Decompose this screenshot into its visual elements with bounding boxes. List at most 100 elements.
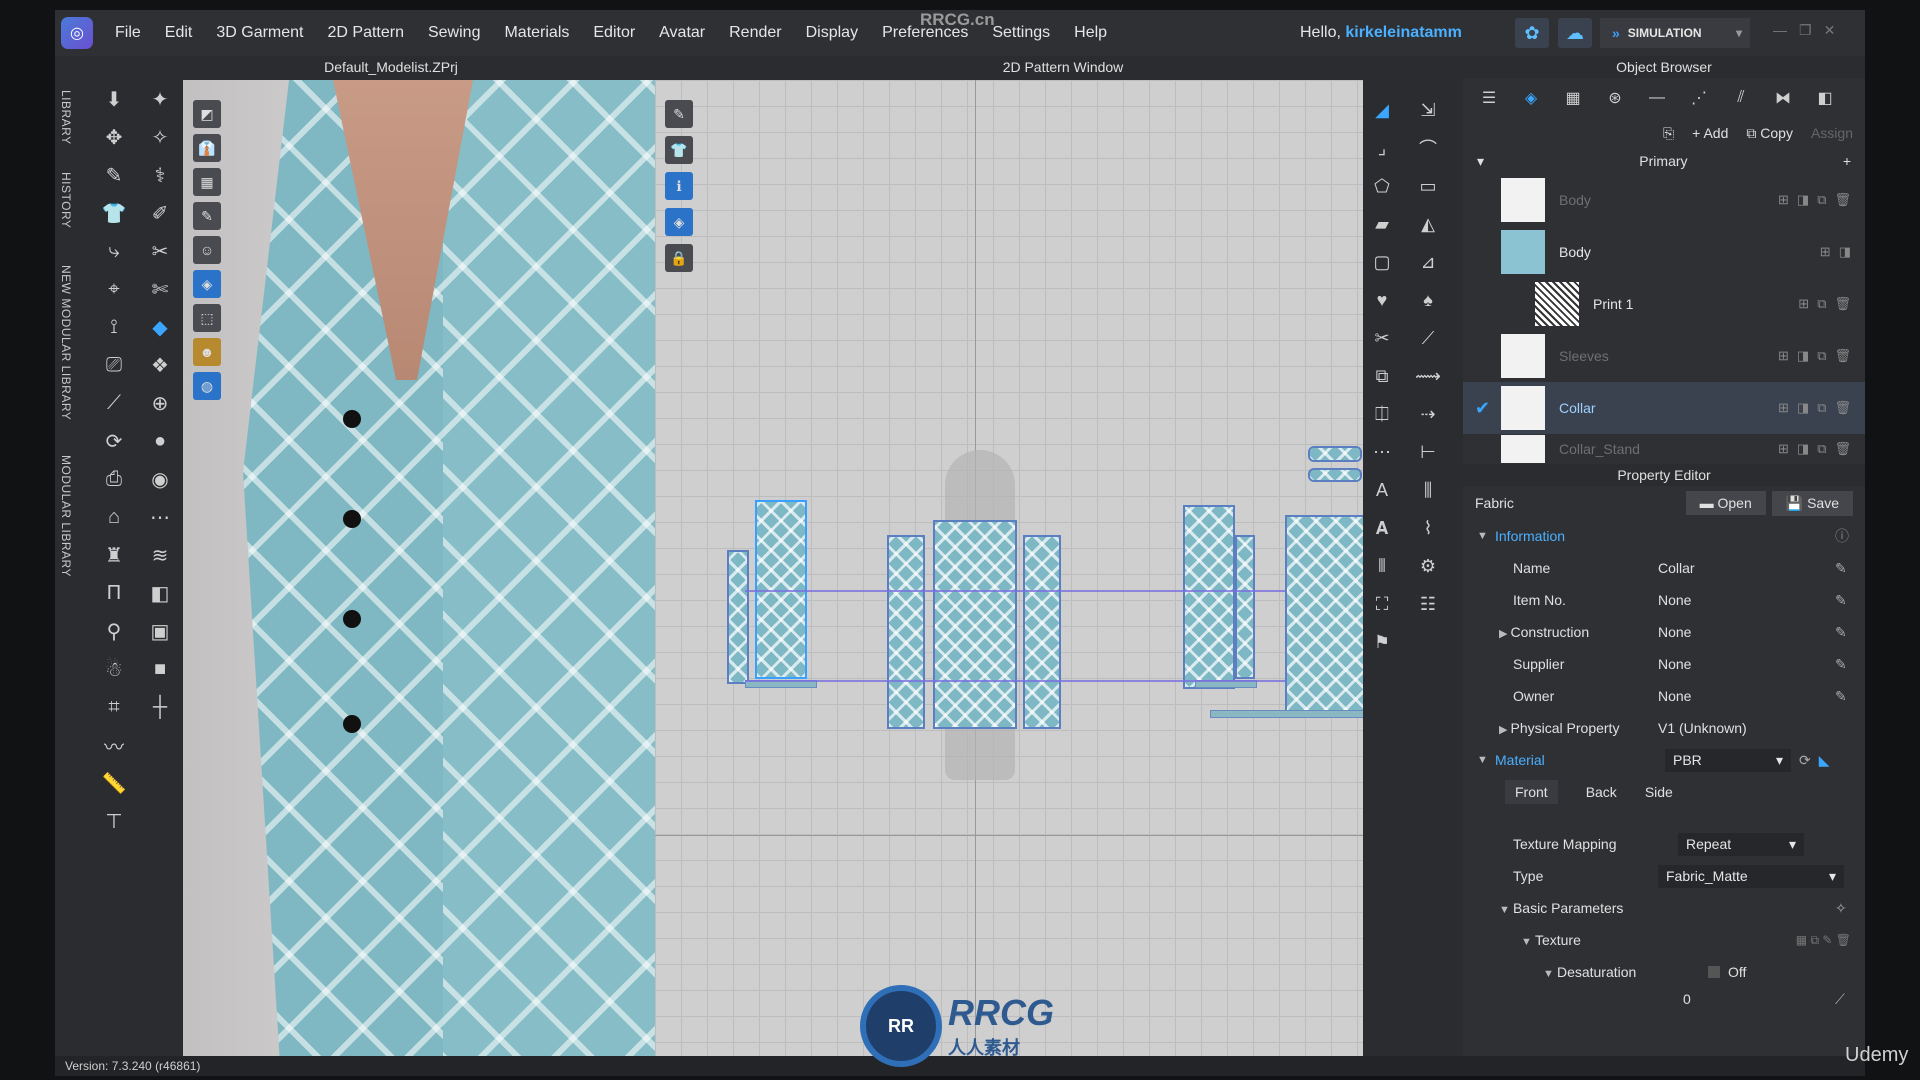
print-item[interactable]: Print 1 ⊞ ⧉ 🗑 [1463, 278, 1865, 330]
tab-back[interactable]: Back [1586, 784, 1617, 800]
prop-value[interactable]: None [1658, 688, 1835, 704]
edit-icon[interactable]: ✎ [1835, 688, 1865, 705]
tape-icon[interactable]: 〰 [99, 730, 129, 760]
fabric-item[interactable]: Collar_Stand ⊞ ◨ ⧉ 🗑 [1463, 434, 1865, 464]
seam-line-icon[interactable]: ┼ [145, 692, 175, 722]
prop-key[interactable]: ▶ Physical Property [1463, 720, 1658, 736]
view-edit-icon[interactable]: ✎ [665, 100, 693, 128]
button-icon[interactable]: ☷ [1413, 590, 1443, 618]
camera-icon[interactable]: ⎚ [99, 350, 129, 380]
line-icon[interactable]: — [1643, 89, 1671, 107]
move-icon[interactable]: ✥ [99, 122, 129, 152]
coat-button[interactable] [343, 610, 361, 628]
menu-editor[interactable]: Editor [581, 24, 647, 42]
menu-materials[interactable]: Materials [492, 24, 581, 42]
view-garment-icon[interactable]: ◩ [193, 100, 221, 128]
pen-icon[interactable]: ✎ [99, 160, 129, 190]
annotation-icon[interactable]: 𝐀 [1367, 514, 1397, 542]
refresh-icon[interactable]: ⟳ [1799, 752, 1811, 769]
delete-icon[interactable]: 🗑 [1834, 348, 1851, 364]
3d-viewport[interactable]: ◩ 👔 ▦ ✎ ☺ ◈ ⬚ ☻ ◍ [183, 80, 699, 1056]
menu-avatar[interactable]: Avatar [647, 24, 717, 42]
edit-icon[interactable]: ✎ [1835, 560, 1865, 577]
view-shirt-icon[interactable]: 👔 [193, 134, 221, 162]
fabric-item[interactable]: Body ⊞ ◨ [1463, 226, 1865, 278]
tab-history[interactable]: HISTORY [59, 172, 73, 228]
copy-icon[interactable]: ⧉ [1817, 348, 1826, 364]
pin-icon[interactable]: ⌖ [99, 274, 129, 304]
trousers-icon[interactable]: Π [99, 578, 129, 608]
prop-value[interactable]: V1 (Unknown) [1658, 720, 1835, 736]
fabric-item[interactable]: Sleeves ⊞ ◨ ⧉ 🗑 [1463, 330, 1865, 382]
material-section[interactable]: ▼ Material PBR ▾ ⟳ ◣ [1463, 744, 1865, 776]
avatar-icon[interactable]: ☃ [99, 654, 129, 684]
measure-icon[interactable]: ⌗ [99, 692, 129, 722]
brush-icon[interactable]: ⟋ [99, 388, 129, 418]
group-icon[interactable]: ❖ [145, 350, 175, 380]
save-button[interactable]: 💾 Save [1771, 490, 1853, 516]
menu-sewing[interactable]: Sewing [416, 24, 492, 42]
pattern-piece[interactable] [1285, 515, 1363, 714]
fabric-item[interactable]: Body ⊞ ◨ ⧉ 🗑 [1463, 174, 1865, 226]
add-icon[interactable]: ⊞ [1778, 400, 1789, 416]
add-icon[interactable]: + [1843, 153, 1851, 169]
add-button[interactable]: + Add [1692, 125, 1728, 141]
internal-rect-icon[interactable]: ▢ [1367, 248, 1397, 276]
copy-icon[interactable]: ⧉ [1817, 400, 1826, 416]
view-pattern-icon[interactable]: ▦ [193, 168, 221, 196]
texture-actions-icon[interactable]: ▦ ⧉ ✎ 🗑 [1796, 933, 1851, 948]
curve-icon[interactable]: ⌒ [1413, 134, 1443, 162]
trim-icon[interactable]: ◧ [145, 578, 175, 608]
marketplace-icon[interactable]: ✿ [1515, 18, 1549, 48]
free-sew-icon[interactable]: ⇢ [1413, 400, 1443, 428]
delete-icon[interactable]: 🗑 [1834, 192, 1851, 208]
pattern-icon[interactable]: ▦ [1559, 88, 1587, 108]
add-icon[interactable]: ⊞ [1778, 441, 1789, 457]
coat-button[interactable] [343, 410, 361, 428]
polygon-icon[interactable]: ⬠ [1367, 172, 1397, 200]
rotate-icon[interactable]: ⟳ [99, 426, 129, 456]
zipper-icon[interactable]: ⫽ [1727, 89, 1755, 107]
prop-value[interactable]: Collar [1658, 560, 1835, 576]
view-avatar-icon[interactable]: ☺ [193, 236, 221, 264]
folder-icon[interactable]: ▰ [1367, 210, 1397, 238]
tab-side[interactable]: Side [1645, 784, 1673, 800]
apply-icon[interactable]: ◨ [1797, 348, 1809, 364]
prop-value[interactable]: None [1658, 592, 1835, 608]
rect-icon[interactable]: ▭ [1413, 172, 1443, 200]
garment-icon[interactable]: ♜ [99, 540, 129, 570]
pattern-piece[interactable] [1023, 535, 1061, 729]
pin-icon[interactable]: ⚑ [1367, 628, 1397, 656]
arrow-down-icon[interactable]: ⬇ [99, 84, 129, 114]
copy-icon[interactable]: ⧉ [1817, 296, 1826, 312]
tape-icon[interactable]: ⎅ [1367, 400, 1397, 428]
slider-icon[interactable]: ⟋ [1835, 991, 1865, 1008]
topstitch-icon[interactable]: ⋯ [145, 502, 175, 532]
delete-icon[interactable]: 🗑 [1834, 441, 1851, 457]
prop-value[interactable]: None [1658, 624, 1835, 640]
delete-icon[interactable]: 🗑 [1834, 296, 1851, 312]
menu-2d-pattern[interactable]: 2D Pattern [316, 24, 416, 42]
apply-icon[interactable]: ◨ [1797, 400, 1809, 416]
shirt-icon[interactable]: 👕 [99, 198, 129, 228]
edit-icon[interactable]: ✎ [1835, 656, 1865, 673]
menu-display[interactable]: Display [794, 24, 870, 42]
square-icon[interactable]: ■ [145, 654, 175, 684]
view-shirt-icon[interactable]: 👕 [665, 136, 693, 164]
pattern-piece[interactable] [933, 520, 1017, 729]
collar-stand-piece[interactable] [1308, 468, 1362, 482]
print-icon[interactable]: ⎙ [99, 464, 129, 494]
username[interactable]: kirkeleinatamm [1345, 24, 1462, 41]
dart-icon[interactable]: ◭ [1413, 210, 1443, 238]
collar-piece[interactable] [1308, 446, 1362, 462]
maximize-icon[interactable]: ❐ [1799, 22, 1812, 39]
zipper-icon[interactable]: ⚲ [99, 616, 129, 646]
elastic-icon[interactable]: ⦀ [1367, 552, 1397, 580]
cloud-icon[interactable]: ☁ [1558, 18, 1592, 48]
select-pattern-icon[interactable]: ◢ [1367, 96, 1397, 124]
list-icon[interactable]: ☰ [1475, 88, 1503, 108]
binding-icon[interactable]: ⧓ [1769, 88, 1797, 108]
button-add-icon[interactable]: ⊕ [145, 388, 175, 418]
menu-help[interactable]: Help [1062, 24, 1119, 42]
edit-mesh-icon[interactable]: ✧ [145, 122, 175, 152]
